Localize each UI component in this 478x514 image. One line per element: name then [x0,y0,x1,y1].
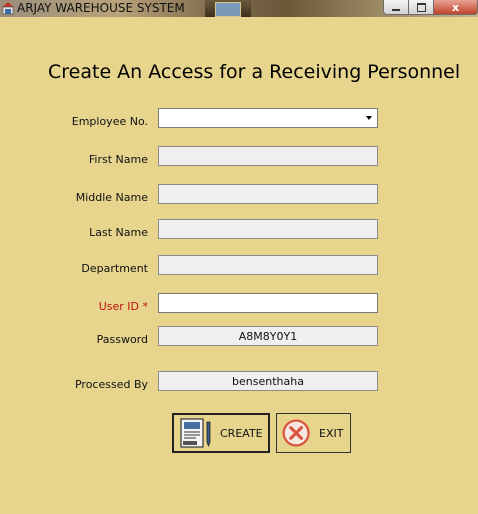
window-title-bar[interactable]: ARJAY WAREHOUSE SYSTEM x [0,0,478,17]
last-name-field[interactable] [158,219,378,239]
create-button[interactable]: CREATE [172,413,270,453]
maximize-icon [416,2,426,12]
create-button-label: CREATE [220,426,263,440]
warehouse-app-icon [2,2,14,15]
processed-by-label: Processed By [74,378,148,391]
employee-no-dropdown[interactable] [158,108,378,128]
user-id-input[interactable] [158,293,378,313]
form-document-icon [180,418,211,448]
maximize-button[interactable] [409,0,434,15]
processed-by-field[interactable]: bensenthaha [158,371,378,391]
minimize-icon [392,8,400,11]
window-title: ARJAY WAREHOUSE SYSTEM [17,1,185,15]
exit-x-icon [282,419,310,447]
user-id-label: User ID * [98,300,148,313]
first-name-field[interactable] [158,146,378,166]
window-thumbnail-image [205,0,251,17]
password-label: Password [96,333,148,346]
first-name-label: First Name [88,153,148,166]
last-name-label: Last Name [89,226,148,239]
department-label: Department [81,262,148,275]
middle-name-field[interactable] [158,184,378,204]
password-field[interactable]: A8M8Y0Y1 [158,326,378,346]
page-title: Create An Access for a Receiving Personn… [48,61,461,83]
department-field[interactable] [158,255,378,275]
exit-button-label: EXIT [319,426,344,440]
close-button[interactable]: x [434,0,478,15]
exit-button[interactable]: EXIT [276,413,351,453]
minimize-button[interactable] [383,0,409,15]
middle-name-label: Middle Name [75,191,148,204]
employee-no-label: Employee No. [71,115,148,128]
dropdown-arrow-icon[interactable] [366,116,372,120]
